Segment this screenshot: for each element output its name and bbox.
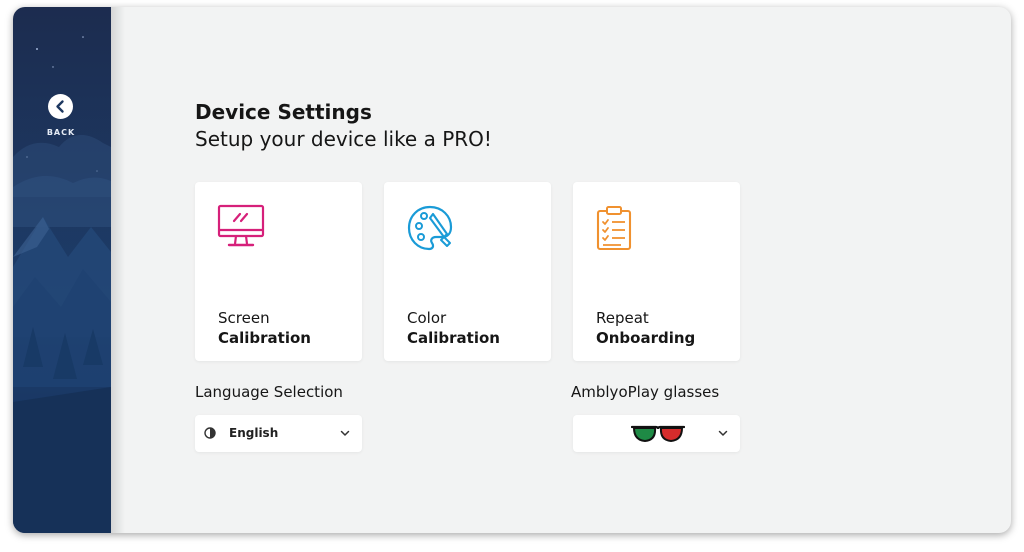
page-title: Device Settings [195, 100, 372, 124]
card-line2: Onboarding [596, 329, 696, 347]
chevron-down-icon [718, 430, 728, 436]
glasses-select[interactable] [573, 415, 740, 452]
sidebar: BACK [13, 7, 111, 533]
page-subtitle: Setup your device like a PRO! [195, 127, 492, 151]
chevron-left-icon [56, 100, 64, 113]
repeat-onboarding-card[interactable]: Repeat Onboarding [573, 182, 740, 361]
color-calibration-card[interactable]: Color Calibration [384, 182, 551, 361]
language-select[interactable]: English [195, 415, 362, 452]
back-circle [48, 94, 73, 119]
card-line1: Screen [218, 309, 270, 327]
card-line1: Repeat [596, 309, 649, 327]
globe-icon [204, 427, 216, 439]
chevron-down-icon [340, 430, 350, 436]
page-heading: Device Settings Setup your device like a… [195, 99, 492, 153]
card-line2: Calibration [407, 329, 500, 347]
card-line2: Calibration [218, 329, 311, 347]
app-window: BACK Device Settings Setup your device l… [13, 7, 1011, 533]
language-selection-label: Language Selection [195, 383, 343, 401]
green-red-glasses-icon [631, 425, 685, 443]
clipboard-checklist-icon [596, 206, 632, 251]
sidebar-shadow [111, 7, 125, 533]
language-selected-value: English [229, 426, 279, 440]
glasses-label: AmblyoPlay glasses [571, 383, 720, 401]
back-label: BACK [46, 128, 76, 137]
night-landscape-illustration [13, 36, 111, 533]
back-button[interactable]: BACK [41, 93, 81, 139]
palette-icon [407, 205, 453, 251]
screen-calibration-card[interactable]: Screen Calibration [195, 182, 362, 361]
card-line1: Color [407, 309, 447, 327]
monitor-icon [217, 204, 265, 247]
